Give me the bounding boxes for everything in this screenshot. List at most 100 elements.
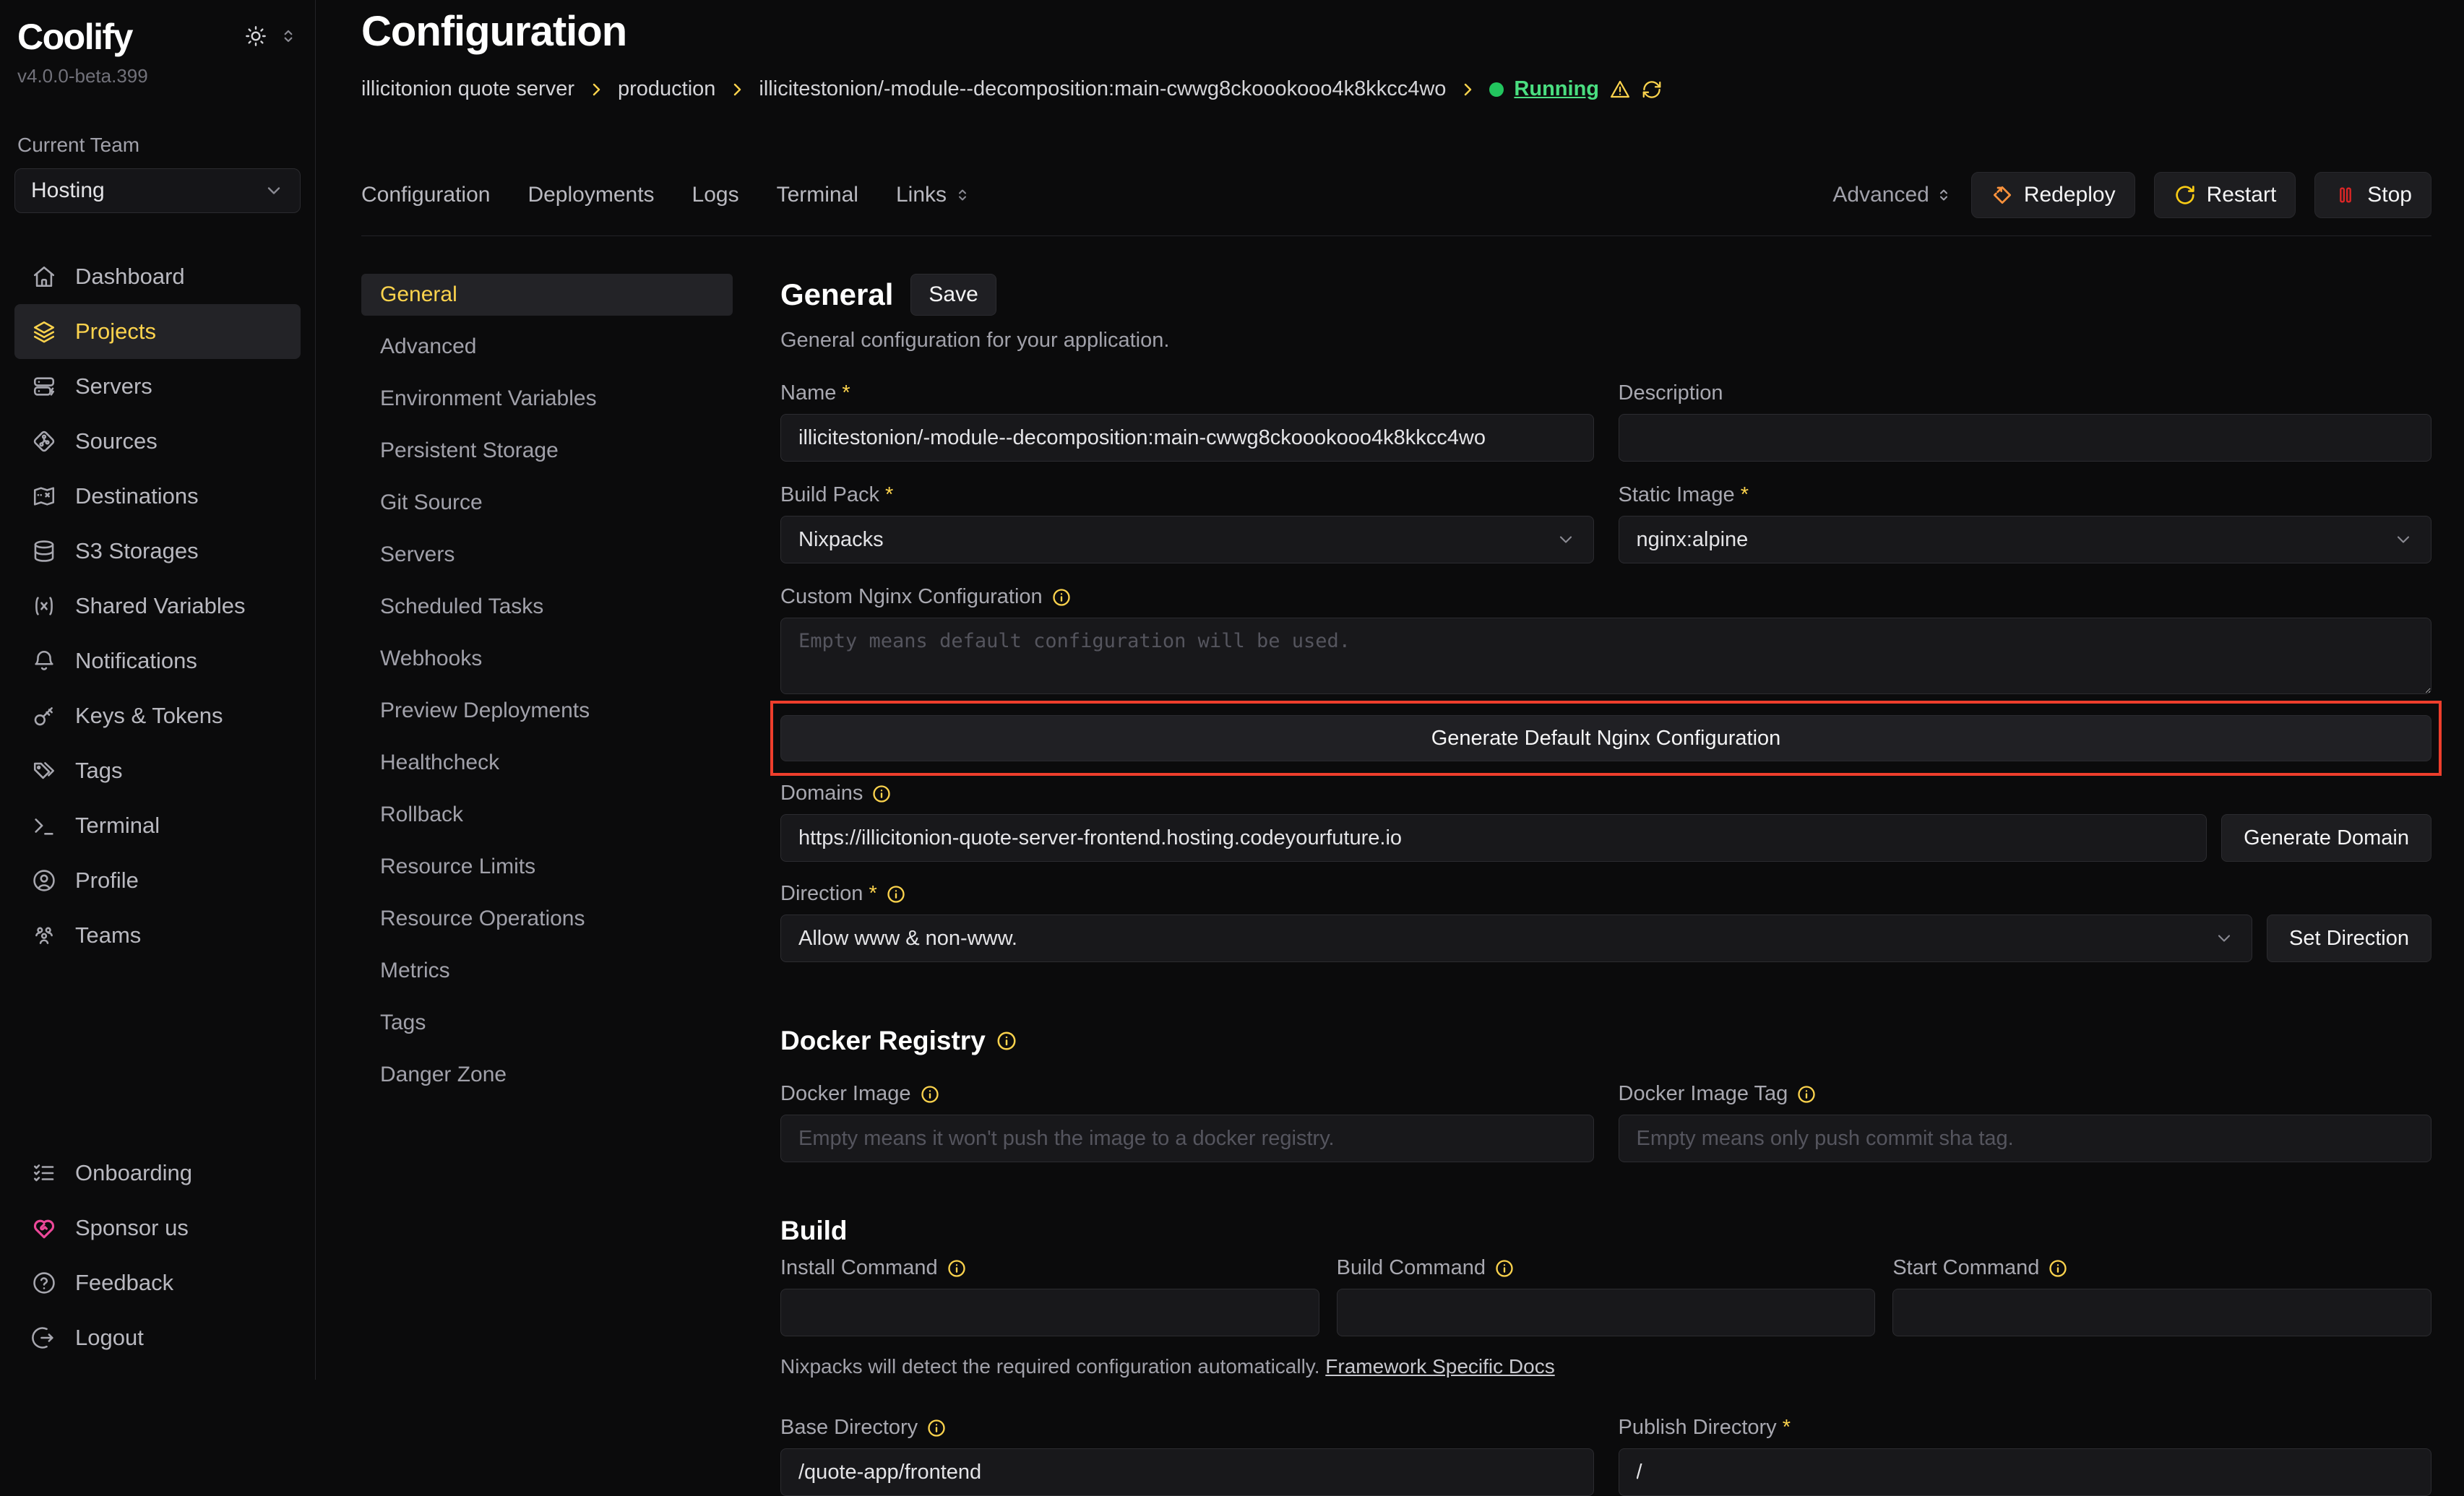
subnav-advanced[interactable]: Advanced [361, 326, 733, 368]
name-input[interactable] [780, 414, 1594, 462]
git-source-icon [32, 429, 56, 454]
list-checks-icon [32, 1161, 56, 1185]
sidebar-item-notifications[interactable]: Notifications [14, 634, 301, 688]
direction-select[interactable]: Allow www & non-www. [780, 915, 2252, 962]
build-pack-select[interactable]: Nixpacks [780, 516, 1594, 563]
theme-sun-icon[interactable] [244, 25, 267, 48]
install-command-input[interactable] [780, 1289, 1319, 1336]
save-button[interactable]: Save [910, 274, 996, 316]
subnav-persistent-storage[interactable]: Persistent Storage [361, 430, 733, 472]
subnav-tags[interactable]: Tags [361, 1002, 733, 1044]
chevron-down-icon [1556, 529, 1576, 550]
refresh-icon[interactable] [1641, 79, 1663, 100]
sidebar-item-dashboard[interactable]: Dashboard [14, 249, 301, 304]
subnav-rollback[interactable]: Rollback [361, 794, 733, 836]
sidebar-item-logout[interactable]: Logout [14, 1310, 301, 1365]
users-icon [32, 923, 56, 948]
sidebar-item-label: Onboarding [75, 1160, 192, 1186]
info-icon[interactable] [1494, 1258, 1515, 1279]
subnav-git-source[interactable]: Git Source [361, 482, 733, 524]
subnav-metrics[interactable]: Metrics [361, 950, 733, 992]
sidebar-item-destinations[interactable]: Destinations [14, 469, 301, 524]
subnav-scheduled-tasks[interactable]: Scheduled Tasks [361, 586, 733, 628]
base-directory-input[interactable] [780, 1448, 1594, 1496]
subnav-resource-limits[interactable]: Resource Limits [361, 846, 733, 888]
build-command-label: Build Command [1337, 1256, 1486, 1280]
info-icon[interactable] [920, 1084, 940, 1104]
sidebar-item-tags[interactable]: Tags [14, 743, 301, 798]
configuration-content: General Advanced Environment Variables P… [361, 274, 2431, 1496]
tab-links[interactable]: Links [896, 183, 971, 207]
team-select[interactable]: Hosting [14, 168, 301, 213]
heart-handshake-icon [32, 1216, 56, 1240]
subnav-general[interactable]: General [361, 274, 733, 316]
subnav-environment-variables[interactable]: Environment Variables [361, 378, 733, 420]
subnav-healthcheck[interactable]: Healthcheck [361, 742, 733, 784]
tab-deployments[interactable]: Deployments [527, 183, 654, 207]
subnav-webhooks[interactable]: Webhooks [361, 638, 733, 680]
sidebar-item-s3-storages[interactable]: S3 Storages [14, 524, 301, 579]
nginx-config-textarea[interactable] [780, 618, 2431, 694]
description-input[interactable] [1619, 414, 2432, 462]
info-icon[interactable] [1051, 587, 1072, 608]
sidebar-item-terminal[interactable]: Terminal [14, 798, 301, 853]
info-icon[interactable] [947, 1258, 967, 1279]
subnav-servers[interactable]: Servers [361, 534, 733, 576]
redeploy-button[interactable]: Redeploy [1971, 172, 2135, 218]
breadcrumb-environment[interactable]: production [618, 77, 715, 101]
sidebar-item-sources[interactable]: Sources [14, 414, 301, 469]
docker-image-input[interactable] [780, 1115, 1594, 1162]
app-version: v4.0.0-beta.399 [17, 65, 298, 87]
publish-directory-input[interactable] [1619, 1448, 2432, 1496]
team-select-value: Hosting [31, 178, 105, 203]
info-icon[interactable] [871, 784, 892, 804]
set-direction-button[interactable]: Set Direction [2267, 915, 2431, 962]
advanced-dropdown[interactable]: Advanced [1832, 183, 1952, 207]
subnav-preview-deployments[interactable]: Preview Deployments [361, 690, 733, 732]
status-badge[interactable]: Running [1514, 77, 1599, 101]
sidebar-item-label: Terminal [75, 813, 160, 839]
sidebar-item-projects[interactable]: Projects [14, 304, 301, 359]
page-title: Configuration [361, 0, 2431, 56]
sidebar-item-feedback[interactable]: Feedback [14, 1255, 301, 1310]
tab-configuration[interactable]: Configuration [361, 183, 490, 207]
sidebar-item-label: Tags [75, 758, 122, 784]
sidebar-item-shared-variables[interactable]: Shared Variables [14, 579, 301, 634]
direction-value: Allow www & non-www. [798, 927, 1017, 951]
sidebar-item-profile[interactable]: Profile [14, 853, 301, 908]
section-heading-general: General [780, 277, 893, 312]
sidebar-item-label: Projects [75, 319, 156, 345]
breadcrumb-application[interactable]: illicitestonion/-module--decomposition:m… [759, 77, 1446, 101]
sidebar-item-servers[interactable]: Servers [14, 359, 301, 414]
tabs: Configuration Deployments Logs Terminal … [361, 183, 971, 207]
start-command-input[interactable] [1892, 1289, 2431, 1336]
info-icon[interactable] [1796, 1084, 1817, 1104]
sidebar-item-label: S3 Storages [75, 538, 199, 564]
info-icon[interactable] [926, 1418, 947, 1438]
subnav-danger-zone[interactable]: Danger Zone [361, 1054, 733, 1096]
docker-image-tag-input[interactable] [1619, 1115, 2432, 1162]
generate-nginx-config-button[interactable]: Generate Default Nginx Configuration [780, 715, 2431, 761]
sidebar-item-onboarding[interactable]: Onboarding [14, 1146, 301, 1201]
tab-terminal[interactable]: Terminal [777, 183, 858, 207]
info-icon[interactable] [886, 884, 906, 904]
theme-updown-icon[interactable] [279, 27, 298, 46]
tab-logs[interactable]: Logs [692, 183, 739, 207]
sidebar-item-sponsor[interactable]: Sponsor us [14, 1201, 301, 1255]
info-icon[interactable] [2048, 1258, 2068, 1279]
domains-input[interactable] [780, 814, 2207, 862]
framework-docs-link[interactable]: Framework Specific Docs [1325, 1355, 1554, 1378]
breadcrumb-project[interactable]: illicitonion quote server [361, 77, 574, 101]
sidebar-item-teams[interactable]: Teams [14, 908, 301, 963]
generate-domain-button[interactable]: Generate Domain [2221, 814, 2431, 862]
static-image-select[interactable]: nginx:alpine [1619, 516, 2432, 563]
info-icon[interactable] [996, 1030, 1017, 1052]
subnav-resource-operations[interactable]: Resource Operations [361, 898, 733, 940]
chevron-down-icon [2214, 928, 2234, 948]
bell-icon [32, 649, 56, 673]
build-command-input[interactable] [1337, 1289, 1876, 1336]
server-icon [32, 374, 56, 399]
restart-button[interactable]: Restart [2154, 172, 2296, 218]
stop-button[interactable]: Stop [2314, 172, 2431, 218]
sidebar-item-keys-tokens[interactable]: Keys & Tokens [14, 688, 301, 743]
